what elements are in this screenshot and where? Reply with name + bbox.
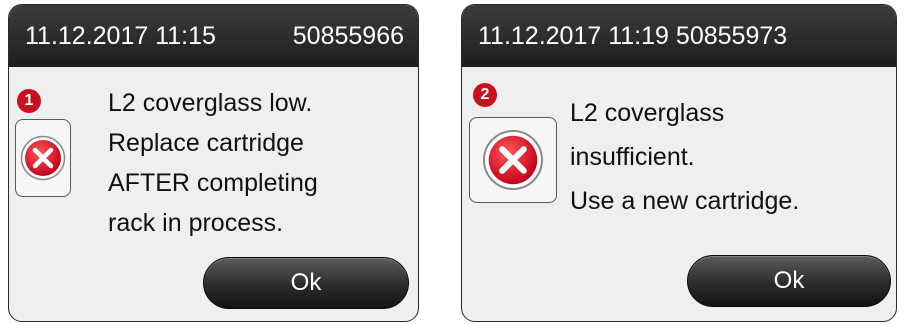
error-icon-frame (469, 117, 557, 203)
dialog-titlebar: 11.12.2017 11:15 50855966 (9, 5, 418, 67)
message-line: L2 coverglass low. (108, 89, 313, 117)
error-dialog-insufficient-coverglass: 11.12.2017 11:19 50855973 2 L2 coverglas… (461, 4, 897, 322)
dialog-datetime: 11.12.2017 11:15 (25, 21, 216, 50)
message-line: AFTER completing (108, 169, 318, 197)
error-dialog-low-coverglass: 11.12.2017 11:15 50855966 1 L2 coverglas… (8, 4, 419, 322)
dialog-message: L2 coverglass low. Replace cartridge AFT… (108, 83, 318, 243)
dialog-code: 50855966 (292, 21, 404, 50)
dialog-datetime: 11.12.2017 11:19 (478, 21, 669, 50)
message-line: Use a new cartridge. (570, 187, 800, 215)
callout-badge: 2 (473, 83, 497, 107)
dialog-message: L2 coverglass insufficient. Use a new ca… (570, 91, 799, 223)
dialog-titlebar: 11.12.2017 11:19 50855973 (462, 5, 896, 67)
ok-button[interactable]: Ok (687, 255, 891, 307)
callout-badge: 1 (17, 89, 41, 113)
error-icon-frame (15, 119, 71, 197)
message-line: rack in process. (108, 209, 284, 237)
ok-button[interactable]: Ok (203, 257, 409, 309)
error-x-icon (483, 130, 543, 190)
message-line: insufficient. (570, 143, 695, 171)
dialog-code: 50855973 (675, 21, 788, 50)
message-line: L2 coverglass (570, 99, 725, 127)
error-x-icon (20, 135, 66, 181)
message-line: Replace cartridge (108, 129, 304, 157)
